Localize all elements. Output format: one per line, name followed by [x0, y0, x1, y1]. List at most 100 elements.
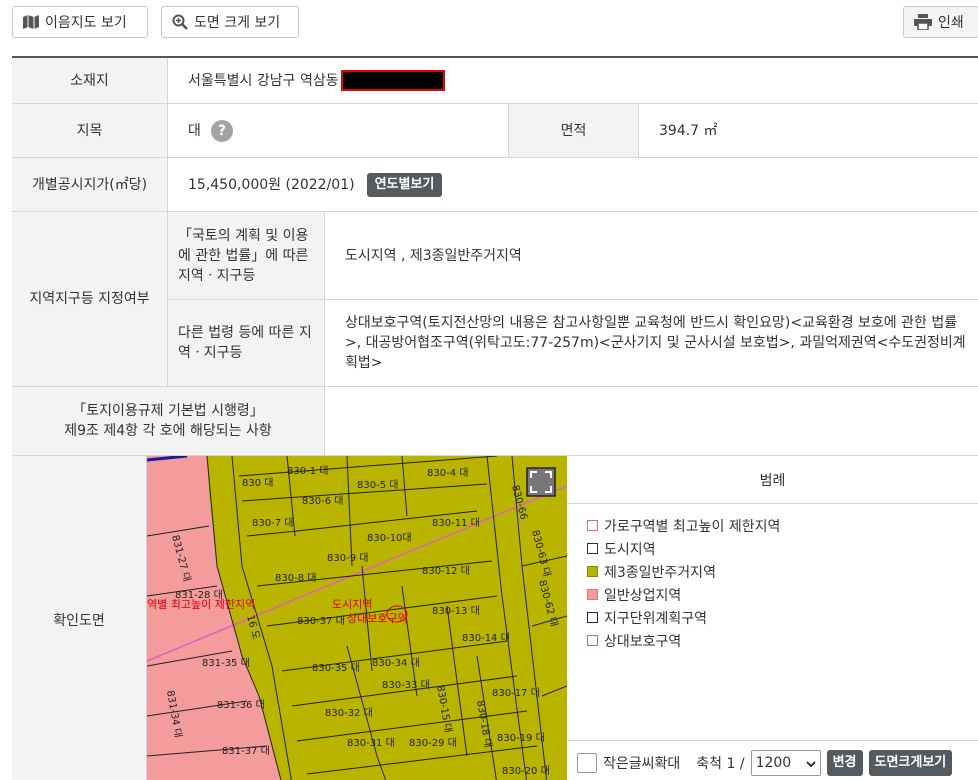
change-scale-button[interactable]: 변경	[826, 749, 863, 776]
view-eum-map-label: 이음지도 보기	[45, 15, 127, 31]
map-parcel-label: 830-1 대	[287, 465, 328, 477]
map-parcel-label: 830-8 대	[275, 572, 316, 584]
official-price-value: 15,450,000원 (2022/01) 연도별보기	[168, 158, 978, 211]
map-parcel-label: 830-10대	[367, 532, 412, 544]
map-parcel-label: 830-32 대	[325, 707, 373, 719]
enlarge-drawing-button[interactable]: 도면 크게 보기	[161, 6, 299, 38]
location-value: 서울특별시 강남구 역삼동	[168, 58, 978, 103]
map-parcel-label: 830-4 대	[427, 467, 468, 479]
location-header: 소재지	[12, 58, 168, 103]
toolbar: 이음지도 보기 도면 크게 보기 인쇄	[12, 6, 978, 38]
print-button[interactable]: 인쇄	[903, 6, 978, 38]
legend-item: 일반상업지역	[587, 583, 978, 606]
map-parcel-label: 831-35 대	[202, 657, 250, 669]
land-info-table: 소재지 서울특별시 강남구 역삼동 지목 대 ? 면적 394.7 ㎡ 개별공시…	[12, 56, 978, 780]
map-parcel-label: 830-37 대	[297, 615, 345, 627]
enlarge-drawing-label: 도면 크게 보기	[194, 15, 281, 31]
map-parcel-label: 830-12 대	[422, 565, 470, 577]
map-zone-label-urban: 도시지역	[332, 598, 372, 611]
legend-item: 도시지역	[587, 537, 978, 560]
legend-swatch	[587, 612, 598, 623]
map-parcel-label: 830-11 대	[432, 517, 480, 529]
map-header: 확인도면	[12, 456, 147, 780]
legend-item: 상대보호구역	[587, 629, 978, 652]
map-zone-label-protection: 상대보호구역	[347, 612, 408, 625]
map-drawing: 830-1 대 830-4 대 830 대 830-5 대 830-6 대 83…	[147, 456, 567, 780]
scale-label: 축척 1 /	[696, 755, 745, 772]
official-price-header: 개별공시지가(㎡당)	[12, 158, 168, 211]
legend-item: 제3종일반주거지역	[587, 560, 978, 583]
legend-item-label: 지구단위계획구역	[604, 610, 708, 627]
zoning-national-law-header: 「국토의 계획 및 이용에 관한 법률」에 따른 지역ㆍ지구등	[168, 212, 325, 300]
map-controls: 작은글씨확대 축척 1 / 1200 변경 도면크게보기	[567, 740, 978, 780]
map-zone-label-height-limit: 역별 최고높이 제한지역	[147, 598, 255, 611]
location-address: 서울특별시 강남구 역삼동	[188, 72, 339, 89]
zoom-in-icon	[172, 14, 188, 30]
map-parcel-label: 830-31 대	[347, 737, 395, 749]
zoning-other-law-value: 상대보호구역(토지전산망의 내용은 참고사항일뿐 교육청에 반드시 확인요망)<…	[345, 315, 966, 371]
legend-swatch	[587, 589, 598, 600]
legend-swatch	[587, 635, 598, 646]
view-eum-map-button[interactable]: 이음지도 보기	[12, 6, 148, 38]
map-parcel-label: 830 대	[242, 477, 273, 489]
land-category-header: 지목	[12, 104, 168, 157]
zoning-row: 지역지구등 지정여부 「국토의 계획 및 이용에 관한 법률」에 따른 지역ㆍ지…	[12, 212, 978, 387]
legend-swatch	[587, 566, 598, 577]
confirmation-map[interactable]: 830-1 대 830-4 대 830 대 830-5 대 830-6 대 83…	[147, 456, 567, 780]
zoning-other-law-header: 다른 법령 등에 따른 지역ㆍ지구등	[168, 300, 325, 386]
legend-title: 범례	[567, 456, 978, 504]
help-icon[interactable]: ?	[210, 119, 233, 142]
map-parcel-label: 830-19 대	[497, 732, 545, 744]
map-parcel-label: 830-14 대	[462, 632, 510, 644]
map-parcel-label: 830-33 대	[382, 679, 430, 691]
legend-item: 지구단위계획구역	[587, 606, 978, 629]
legend-swatch	[587, 543, 598, 554]
print-label: 인쇄	[938, 15, 964, 31]
legend-item: 가로구역별 최고높이 제한지역	[587, 514, 978, 537]
land-category-text: 대	[188, 122, 201, 139]
map-parcel-label: 830-7 대	[252, 517, 293, 529]
view-by-year-button[interactable]: 연도별보기	[366, 172, 443, 197]
area-header: 면적	[509, 104, 639, 157]
legend-item-label: 상대보호구역	[604, 633, 682, 650]
regulation-header-line2: 제9조 제4항 각 호에 해당되는 사항	[64, 423, 272, 439]
category-row: 지목 대 ? 면적 394.7 ㎡	[12, 104, 978, 158]
price-row: 개별공시지가(㎡당) 15,450,000원 (2022/01) 연도별보기	[12, 158, 978, 212]
legend-list: 가로구역별 최고높이 제한지역 도시지역 제3종일반주거지역 일반상업지역 지구…	[567, 504, 978, 652]
redacted-lot-number	[340, 70, 445, 91]
small-text-enlarge-checkbox[interactable]	[577, 752, 597, 773]
regulation-header-line1: 「토지이용규제 기본법 시행령」	[72, 403, 264, 419]
map-parcel-label: 830-5 대	[357, 479, 398, 491]
zoning-national-law-value: 도시지역 , 제3종일반주거지역	[325, 212, 978, 300]
scale-select-value: 1200	[755, 754, 792, 771]
area-value: 394.7 ㎡	[659, 122, 718, 139]
map-parcel-label: 830-29 대	[409, 737, 457, 749]
zoning-header: 지역지구등 지정여부	[12, 212, 168, 386]
land-category-value: 대 ?	[168, 104, 509, 157]
regulation-header: 「토지이용규제 기본법 시행령」 제9조 제4항 각 호에 해당되는 사항	[12, 387, 325, 455]
map-parcel-label: 830-35 대	[312, 662, 360, 674]
map-parcel-label: 830-9 대	[327, 552, 368, 564]
fullscreen-icon	[526, 467, 556, 497]
map-legend: 범례 가로구역별 최고높이 제한지역 도시지역 제3종일반주거지역 일반상업지역…	[567, 456, 978, 780]
regulation-value	[325, 387, 978, 455]
legend-item-label: 가로구역별 최고높이 제한지역	[604, 518, 781, 535]
map-parcel-label: 830-6 대	[302, 495, 343, 507]
official-price-text: 15,450,000원 (2022/01)	[188, 176, 355, 193]
legend-item-label: 도시지역	[604, 541, 656, 558]
map-parcel-label: 831-37 대	[222, 745, 270, 757]
map-parcel-label: 831-36 대	[217, 699, 265, 711]
map-parcel-label: 830-17 대	[492, 687, 540, 699]
scale-select[interactable]: 1200	[750, 749, 821, 776]
map-icon	[23, 15, 39, 29]
small-text-enlarge-label: 작은글씨확대	[603, 755, 681, 772]
map-parcel-label: 830-13 대	[432, 605, 480, 617]
printer-icon	[914, 14, 932, 30]
legend-item-label: 일반상업지역	[604, 587, 682, 604]
legend-swatch	[587, 520, 598, 531]
legend-item-label: 제3종일반주거지역	[604, 564, 716, 581]
regulation-row: 「토지이용규제 기본법 시행령」 제9조 제4항 각 호에 해당되는 사항	[12, 387, 978, 456]
map-parcel-label: 830-34 대	[372, 657, 420, 669]
map-parcel-label: 830-20 대	[502, 765, 550, 777]
enlarge-map-button[interactable]: 도면크게보기	[868, 749, 953, 776]
